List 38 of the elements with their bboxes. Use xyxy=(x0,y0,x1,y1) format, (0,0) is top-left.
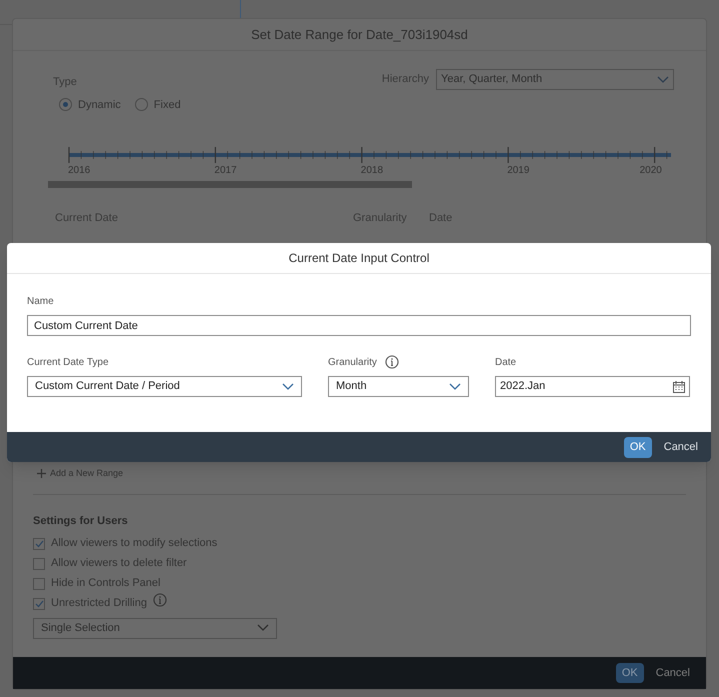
checkbox-option[interactable]: Hide in Controls Panel xyxy=(33,574,666,594)
name-input[interactable]: Custom Current Date xyxy=(27,315,691,336)
dropdown[interactable]: Custom Current Date / Period xyxy=(27,376,302,397)
dialog-title: Set Date Range for Date_703i1904sd xyxy=(251,26,468,44)
checkbox-option[interactable]: Allow viewers to modify selections xyxy=(33,534,666,554)
scrollbar[interactable] xyxy=(48,181,412,188)
cancel-button[interactable]: Cancel xyxy=(652,663,694,683)
chevron-down-icon xyxy=(657,76,669,84)
field-label: Date xyxy=(495,356,516,370)
cancel-button[interactable]: Cancel xyxy=(660,436,702,458)
year-label: 2019 xyxy=(507,164,530,178)
field-label: Granularity xyxy=(328,356,377,370)
radio-option[interactable]: Dynamic xyxy=(59,96,121,113)
year-label: 2016 xyxy=(68,164,90,178)
radio-option[interactable]: Fixed xyxy=(134,96,181,113)
checkmark-icon xyxy=(34,540,44,548)
chevron-down-icon xyxy=(257,624,269,632)
checkbox-option[interactable]: Allow viewers to delete filter xyxy=(33,554,666,574)
dropdown[interactable]: Month xyxy=(328,376,469,397)
checkbox-option[interactable]: Unrestricted Drilling xyxy=(33,594,666,614)
section-title: Settings for Users xyxy=(33,514,129,529)
chevron-down-icon xyxy=(282,382,294,390)
field-label: Name xyxy=(27,295,55,309)
ok-button[interactable]: OK xyxy=(616,663,644,683)
chevron-down-icon xyxy=(449,382,461,390)
hierarchy-dropdown[interactable]: Year, Quarter, Month xyxy=(436,69,674,90)
year-label: 2017 xyxy=(214,164,237,178)
checkmark-icon xyxy=(34,600,44,608)
date-picker[interactable]: 2022.Jan xyxy=(495,376,690,397)
ok-button[interactable]: OK xyxy=(624,436,652,458)
year-label: 2020 xyxy=(640,164,662,178)
field-label: Current Date Type xyxy=(27,356,109,370)
timeline-axis-drawing[interactable] xyxy=(68,147,672,163)
selection-dropdown[interactable]: Single Selection xyxy=(33,618,277,638)
calendar-icon[interactable] xyxy=(673,380,685,392)
year-label: 2018 xyxy=(360,164,384,178)
dialog-title: Current Date Input Control xyxy=(288,250,430,267)
plus-icon xyxy=(37,468,46,478)
